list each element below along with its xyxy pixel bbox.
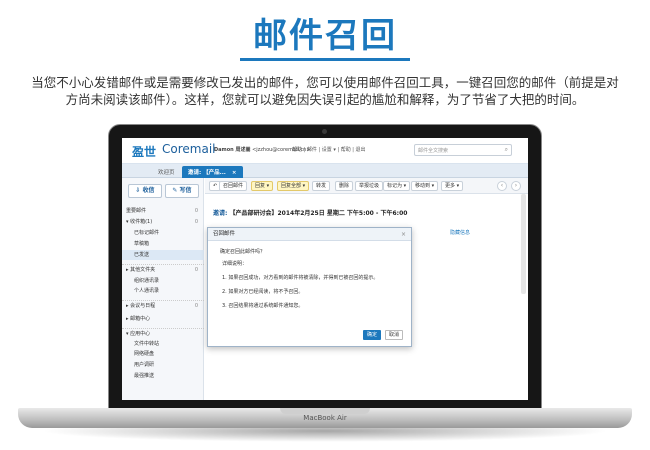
sidebar-item[interactable]: 用户调研 bbox=[122, 360, 204, 370]
sidebar-item-label: 文件中转站 bbox=[134, 341, 160, 347]
sidebar-item-label: 网络硬盘 bbox=[134, 351, 155, 357]
receive-button[interactable]: ⇩ 收信 bbox=[128, 184, 162, 198]
search-input[interactable]: 邮件全文搜索 ⌕ bbox=[414, 144, 512, 156]
receive-label: 收信 bbox=[142, 187, 155, 194]
sidebar-item-label: 组织通讯录 bbox=[134, 278, 160, 284]
recall-dialog: 召回邮件 × 确定召回此邮件吗？ 详细说明： 1. 如果召回成功，对方看到的邮件将… bbox=[207, 227, 412, 347]
toolbar-button[interactable]: 删除 bbox=[335, 181, 354, 191]
sidebar-item-label: ▾ 应用中心 bbox=[126, 331, 151, 337]
logo-cn: 盈世 bbox=[132, 145, 157, 159]
intro-line-2: 方尚未阅读该邮件）。这样，您就可以避免因失误引起的尴尬和解释，为了节省了大把的时… bbox=[65, 92, 585, 107]
subject-text: 【产品部研讨会】2014年2月25日 星期二 下午5:00 - 下午6:00 bbox=[229, 210, 408, 217]
sidebar-item-label: 草稿箱 bbox=[134, 241, 150, 247]
dialog-title: 召回邮件 × bbox=[208, 228, 411, 241]
cancel-button[interactable]: 取消 bbox=[385, 330, 403, 340]
sidebar-item[interactable]: ▾ 收件箱(1) 0 bbox=[122, 217, 204, 227]
mail-toolbar: ↶ 召回邮件 回复 ▾ 回复全部 ▾ 转发 删除 举报垃圾 标记为 ▾ 移动到 ▾ 更多 ▾ ‹ … bbox=[205, 178, 528, 194]
close-icon[interactable]: × bbox=[401, 228, 406, 241]
toolbar-button[interactable]: 召回邮件 bbox=[219, 181, 248, 191]
app-screen: 盈世 Coremail Damon 周述嵩 <jzzhou@coremail.c… bbox=[122, 138, 528, 400]
search-placeholder: 邮件全文搜索 bbox=[418, 148, 449, 154]
sidebar-item[interactable]: ▸ 其他文件夹 0 bbox=[122, 264, 204, 274]
search-icon[interactable]: ⌕ bbox=[505, 146, 508, 154]
dialog-details-title: 详细说明： bbox=[222, 261, 248, 267]
toolbar-button[interactable]: 标记为 ▾ bbox=[383, 181, 411, 191]
dialog-detail-2: 2. 如果对方已经阅读，将不予召回。 bbox=[222, 289, 304, 295]
toolbar-button[interactable]: 移动到 ▾ bbox=[411, 181, 439, 191]
sidebar-item[interactable]: 文件中转站 bbox=[122, 339, 204, 349]
prev-mail-icon[interactable]: ‹ bbox=[497, 181, 507, 191]
laptop-label: MacBook Air bbox=[303, 414, 347, 422]
dialog-detail-3: 3. 召回结果将通过系统邮件通知您。 bbox=[222, 303, 304, 309]
next-mail-icon[interactable]: › bbox=[511, 181, 521, 191]
toolbar-button[interactable]: 举报垃圾 bbox=[355, 181, 384, 191]
folder-count: 0 bbox=[194, 303, 198, 309]
sidebar-item-label: 最强推送 bbox=[134, 373, 155, 379]
tab-invite-label: 邀请: 【产品... bbox=[188, 170, 226, 176]
dialog-question: 确定召回此邮件吗？ bbox=[220, 249, 266, 255]
sidebar-item-label: ▾ 收件箱(1) bbox=[126, 219, 153, 225]
laptop-screen-bezel: 盈世 Coremail Damon 周述嵩 <jzzhou@coremail.c… bbox=[108, 124, 542, 411]
subject-prefix: 邀请: bbox=[213, 210, 228, 217]
sidebar-item-label: ▸ 会议与日程 bbox=[126, 303, 156, 309]
sidebar-item-label: 重要邮件 bbox=[126, 208, 147, 214]
tab-welcome[interactable]: 欢迎页 bbox=[152, 166, 181, 178]
logo-coremail: Coremail bbox=[162, 142, 216, 156]
scrollbar[interactable] bbox=[521, 194, 526, 294]
user-name: Damon 周述嵩 bbox=[214, 147, 251, 153]
close-icon[interactable]: × bbox=[232, 170, 237, 176]
intro-text: 当您不小心发错邮件或是需要修改已发出的邮件，您可以使用邮件召回工具，一键召回您的… bbox=[8, 74, 642, 108]
sidebar-item[interactable]: ▾ 应用中心 bbox=[122, 328, 204, 338]
tab-bar: 欢迎页 邀请: 【产品... × bbox=[122, 164, 528, 178]
sidebar-actions: ⇩ 收信 ✎ 写信 bbox=[128, 184, 200, 200]
sidebar-item[interactable]: 个人通讯录 bbox=[122, 286, 204, 296]
intro-line-1: 当您不小心发错邮件或是需要修改已发出的邮件，您可以使用邮件召回工具，一键召回您的… bbox=[31, 75, 619, 90]
hide-info-link[interactable]: 隐藏信息 bbox=[450, 229, 470, 236]
mail-subject: 邀请: 【产品部研讨会】2014年2月25日 星期二 下午5:00 - 下午6:… bbox=[213, 208, 407, 217]
confirm-button[interactable]: 确定 bbox=[363, 330, 381, 340]
sidebar-item[interactable]: ▸ 会议与日程 0 bbox=[122, 300, 204, 310]
sidebar-item-label: 用户调研 bbox=[134, 362, 155, 368]
compose-button[interactable]: ✎ 写信 bbox=[165, 184, 199, 198]
sidebar-item[interactable]: 网络硬盘 bbox=[122, 349, 204, 359]
sidebar-item[interactable]: ▸ 邮箱中心 bbox=[122, 314, 204, 324]
toolbar-button[interactable]: 转发 bbox=[312, 181, 331, 191]
sidebar-item-label: 个人通讯录 bbox=[134, 288, 160, 294]
page: 邮件召回 当您不小心发错邮件或是需要修改已发出的邮件，您可以使用邮件召回工具，一… bbox=[0, 0, 650, 450]
sidebar-item-label: ▸ 邮箱中心 bbox=[126, 316, 151, 322]
laptop-base: MacBook Air bbox=[18, 408, 632, 428]
toolbar-button[interactable]: 回复全部 ▾ bbox=[277, 181, 310, 191]
sidebar-item[interactable]: 已标记邮件 bbox=[122, 228, 204, 238]
title-underline bbox=[240, 58, 410, 61]
app-header: 盈世 Coremail Damon 周述嵩 <jzzhou@coremail.c… bbox=[122, 138, 528, 164]
folder-count: 0 bbox=[194, 219, 198, 225]
sidebar-item-label: 已发送 bbox=[134, 252, 150, 258]
sidebar-item[interactable]: 已发送 bbox=[122, 250, 204, 260]
top-links[interactable]: 帮助 | 邮件 | 设置 ▾ | 帮助 | 退出 bbox=[292, 146, 366, 153]
camera-icon bbox=[322, 129, 327, 134]
compose-label: 写信 bbox=[179, 187, 192, 194]
folder-count: 0 bbox=[194, 267, 198, 273]
sidebar-item[interactable]: 最强推送 bbox=[122, 371, 204, 381]
sidebar-item[interactable]: 草稿箱 bbox=[122, 239, 204, 249]
sidebar-item-label: 已标记邮件 bbox=[134, 230, 160, 236]
heading-area: 邮件召回 bbox=[0, 0, 650, 64]
mail-view: 邀请: 【产品部研讨会】2014年2月25日 星期二 下午5:00 - 下午6:… bbox=[205, 194, 528, 400]
sidebar: ⇩ 收信 ✎ 写信 重要邮件 0 ▾ 收件箱(1) 0 已标记邮件草稿箱已发送 ▸ 其他文… bbox=[122, 178, 204, 400]
page-title: 邮件召回 bbox=[253, 16, 397, 56]
sidebar-item-label: ▸ 其他文件夹 bbox=[126, 267, 156, 273]
sidebar-item[interactable]: 重要邮件 0 bbox=[122, 206, 204, 216]
dialog-detail-1: 1. 如果召回成功，对方看到的邮件将被清除，并得到已被召回的提示。 bbox=[222, 275, 379, 281]
tab-invite[interactable]: 邀请: 【产品... × bbox=[182, 166, 243, 178]
folder-count: 0 bbox=[194, 208, 198, 214]
toolbar-button[interactable]: 更多 ▾ bbox=[441, 181, 464, 191]
toolbar-button[interactable]: 回复 ▾ bbox=[251, 181, 274, 191]
sidebar-item[interactable]: 组织通讯录 bbox=[122, 276, 204, 286]
dialog-title-text: 召回邮件 bbox=[213, 231, 236, 237]
